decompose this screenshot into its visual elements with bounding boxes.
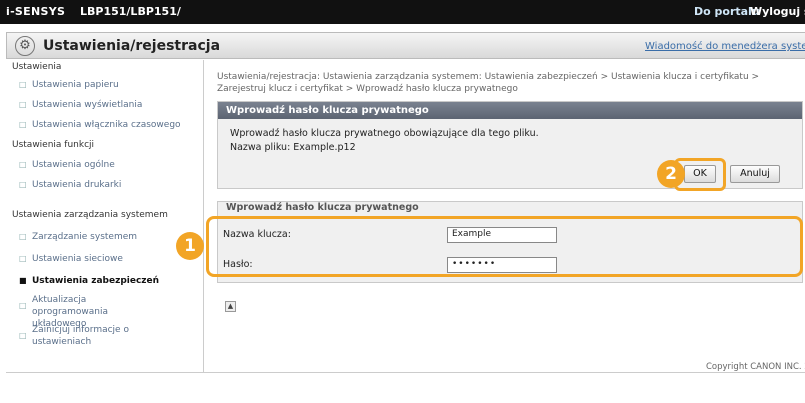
logout-link[interactable]: Wyloguj się	[750, 5, 805, 18]
sidebar-item-label: Zarządzanie systemem	[32, 232, 138, 242]
message-to-admin-link[interactable]: Wiadomość do menedżera systemu	[645, 41, 805, 52]
step-one-badge: 1	[176, 232, 204, 260]
step-two-badge: 2	[657, 160, 685, 188]
sidebar-item-label: Ustawienia drukarki	[32, 180, 122, 190]
device-model: LBP151/LBP151/	[80, 5, 181, 18]
page-header: ⚙ Ustawienia/rejestracja Wiadomość do me…	[6, 32, 805, 59]
password-input[interactable]: •••••••	[447, 257, 557, 273]
instruction-text: Wprowadź hasło klucza prywatnego obowiąz…	[230, 128, 539, 139]
sidebar-item-timer-settings[interactable]: □ Ustawienia włącznika czasowego	[19, 120, 181, 130]
sidebar-item-label: Ustawienia wyświetlania	[32, 100, 143, 110]
brand-logo: i-SENSYS	[6, 5, 66, 18]
copyright-text: Copyright CANON INC. 2015	[706, 362, 805, 372]
bullet-icon: □	[19, 301, 27, 310]
key-name-input[interactable]: Example	[447, 227, 557, 243]
sidebar-item-initialize-settings[interactable]: □ Zainicjuj informacje o ustawieniach	[19, 324, 142, 348]
breadcrumb: Ustawienia/rejestracja: Ustawienia zarzą…	[217, 72, 760, 94]
active-bullet-icon: ■	[19, 276, 27, 285]
ok-button[interactable]: OK	[684, 165, 716, 183]
bullet-icon: □	[19, 80, 27, 89]
back-to-top-icon[interactable]: ▲	[225, 301, 236, 312]
sidebar-item-system-management[interactable]: □ Zarządzanie systemem	[19, 232, 138, 242]
top-bar: i-SENSYS LBP151/LBP151/ Do portalu Wylog…	[0, 0, 805, 24]
sidebar-item-paper-settings[interactable]: □ Ustawienia papieru	[19, 80, 119, 90]
sidebar-item-security-settings[interactable]: ■ Ustawienia zabezpieczeń	[19, 276, 160, 286]
bullet-icon: □	[19, 100, 27, 109]
sidebar: Ustawienia □ Ustawienia papieru □ Ustawien…	[6, 60, 204, 372]
file-name-text: Nazwa pliku: Example.p12	[230, 142, 356, 153]
cancel-button[interactable]: Anuluj	[730, 165, 780, 183]
sidebar-item-label: Ustawienia papieru	[32, 80, 119, 90]
page-title: Ustawienia/rejestracja	[43, 38, 221, 54]
settings-gear-icon: ⚙	[15, 36, 35, 56]
sidebar-item-label: Zainicjuj informacje o ustawieniach	[32, 325, 129, 347]
form-title: Wprowadź hasło klucza prywatnego	[226, 202, 419, 213]
sidebar-item-label: Ustawienia sieciowe	[32, 254, 123, 264]
sidebar-item-general-settings[interactable]: □ Ustawienia ogólne	[19, 160, 115, 170]
bullet-icon: □	[19, 232, 27, 241]
bullet-icon: □	[19, 160, 27, 169]
panel-title: Wprowadź hasło klucza prywatnego	[218, 102, 802, 119]
key-name-label: Nazwa klucza:	[223, 229, 291, 240]
password-label: Hasło:	[223, 259, 253, 270]
bullet-icon: □	[19, 331, 27, 340]
sidebar-section-system-management: Ustawienia zarządzania systemem	[12, 210, 168, 220]
sidebar-section-settings: Ustawienia	[12, 62, 62, 72]
sidebar-item-display-settings[interactable]: □ Ustawienia wyświetlania	[19, 100, 143, 110]
bullet-icon: □	[19, 180, 27, 189]
sidebar-item-network-settings[interactable]: □ Ustawienia sieciowe	[19, 254, 123, 264]
sidebar-item-label: Ustawienia włącznika czasowego	[32, 120, 181, 130]
sidebar-section-function-settings: Ustawienia funkcji	[12, 140, 95, 150]
sidebar-item-label: Ustawienia ogólne	[32, 160, 115, 170]
sidebar-item-printer-settings[interactable]: □ Ustawienia drukarki	[19, 180, 122, 190]
bullet-icon: □	[19, 254, 27, 263]
bullet-icon: □	[19, 120, 27, 129]
sidebar-item-label: Ustawienia zabezpieczeń	[32, 276, 160, 286]
divider	[6, 372, 805, 373]
